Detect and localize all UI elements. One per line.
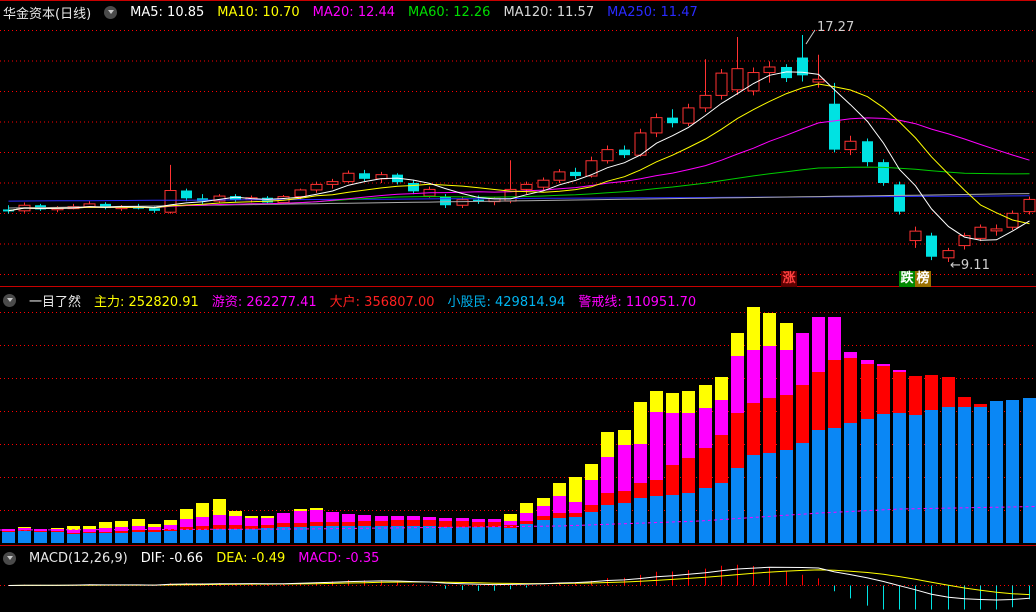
ma120-value: MA120: 11.57 <box>503 4 595 20</box>
indicator-name: 一目了然 <box>29 294 82 310</box>
collapse-chevron-icon[interactable] <box>104 5 118 19</box>
top-border <box>0 0 1036 1</box>
macd-layer <box>8 564 1030 610</box>
ma20-value: MA20: 12.44 <box>312 4 396 20</box>
ma5-value: MA5: 10.85 <box>130 4 205 20</box>
dahu-value: 大户: 356807.00 <box>329 294 435 310</box>
zhuli-value: 主力: 252820.91 <box>94 294 199 310</box>
ma10-value: MA10: 10.70 <box>217 4 300 20</box>
macd-value: MACD: -0.35 <box>298 550 380 566</box>
youzi-value: 游资: 262277.41 <box>211 294 317 310</box>
arrow-left-icon: ← <box>950 258 961 273</box>
panel-separator-2 <box>0 545 1036 546</box>
macd-values-row: DIF: -0.66 DEA: -0.49 MACD: -0.35 <box>141 551 380 566</box>
ma-lines-layer <box>8 71 1030 241</box>
chart-title: 华金资本(日线) <box>3 6 92 22</box>
high-price-annotation: 17.27 <box>817 20 855 35</box>
indicator-header: 一目了然 主力: 252820.91 游资: 262277.41 大户: 35680… <box>0 290 1036 310</box>
fund-bars-layer <box>2 307 1036 543</box>
low-price-annotation: ←9.11 <box>950 258 990 273</box>
ma-values-row: MA5: 10.85 MA10: 10.70 MA20: 12.44 MA60: 12… <box>130 5 698 20</box>
stock-app-window: 华金资本(日线) MA5: 10.85 MA10: 10.70 MA20: 12.4… <box>0 0 1036 612</box>
dif-value: DIF: -0.66 <box>140 550 204 566</box>
die-rank-button[interactable]: 跌 <box>899 271 915 287</box>
xiaogumin-value: 小股民: 429814.94 <box>447 294 566 310</box>
candlestick-layer <box>3 35 1036 263</box>
jingjiexian-value: 警戒线: 110951.70 <box>578 294 697 310</box>
indicator-values-row: 主力: 252820.91 游资: 262277.41 大户: 356807.00 小… <box>94 291 696 310</box>
ma60-value: MA60: 12.26 <box>408 4 491 20</box>
high-pointer <box>805 29 816 45</box>
panel-separator-1 <box>0 286 1036 287</box>
collapse-chevron-icon[interactable] <box>3 551 16 565</box>
main-chart-header: 华金资本(日线) MA5: 10.85 MA10: 10.70 MA20: 12.4… <box>0 2 1036 22</box>
macd-header: MACD(12,26,9) DIF: -0.66 DEA: -0.49 MACD: … <box>0 548 1036 568</box>
collapse-chevron-icon[interactable] <box>3 293 16 307</box>
macd-indicator-name: MACD(12,26,9) <box>29 550 128 566</box>
zhang-rank-button[interactable]: 涨 <box>781 271 797 287</box>
ma250-value: MA250: 11.47 <box>607 4 698 20</box>
bang-rank-button[interactable]: 榜 <box>915 271 931 287</box>
dea-value: DEA: -0.49 <box>216 550 286 566</box>
